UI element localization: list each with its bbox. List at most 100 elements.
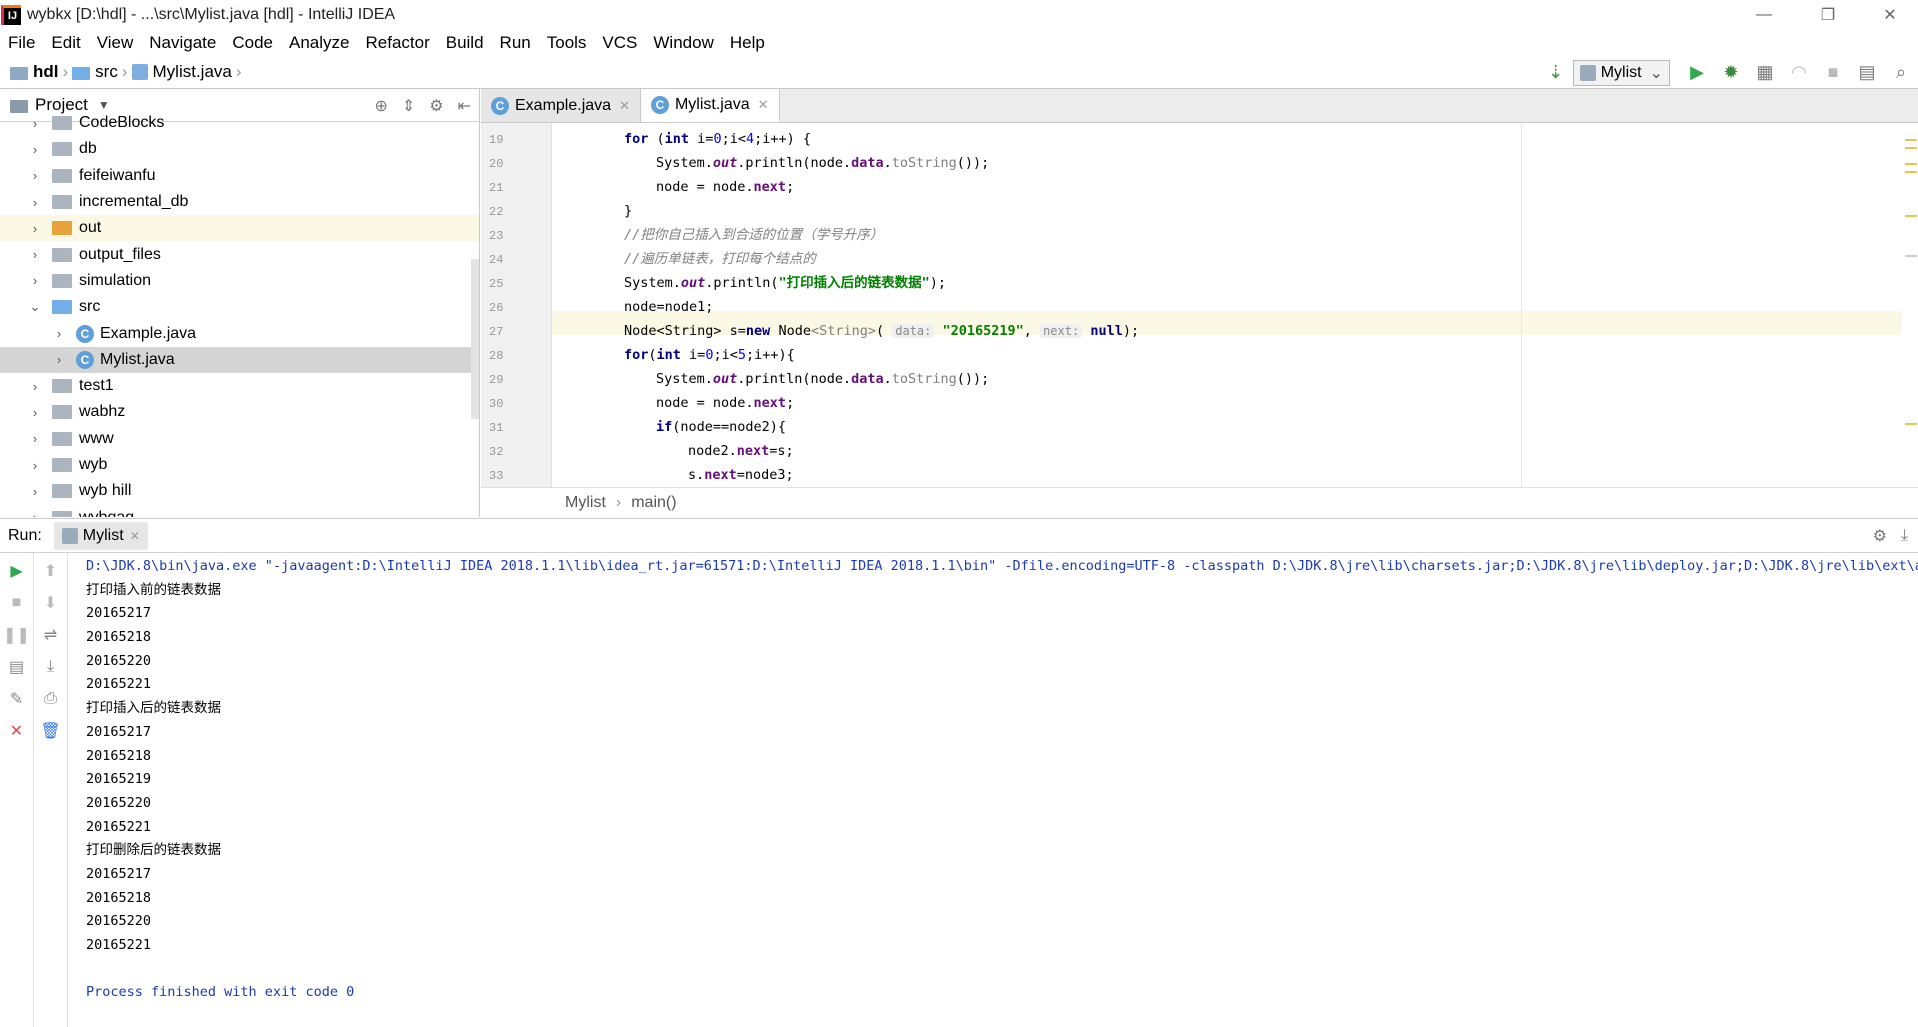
stop-icon[interactable]: ■: [5, 591, 29, 615]
chevron-right-icon[interactable]: ›: [52, 352, 66, 367]
debug-icon[interactable]: ✹: [1714, 56, 1748, 89]
stop-icon[interactable]: ■: [1816, 56, 1850, 89]
chevron-right-icon[interactable]: ›: [52, 326, 66, 341]
chevron-right-icon[interactable]: ›: [28, 431, 42, 446]
layout-icon[interactable]: ▤: [5, 655, 29, 679]
run-config-select[interactable]: Mylist ⌄: [1572, 59, 1670, 86]
code-line-27[interactable]: Node<String> s=new Node<String>( data: "…: [552, 319, 1139, 343]
editor-breadcrumb-method[interactable]: main(): [631, 494, 676, 512]
breadcrumb-src[interactable]: src: [95, 62, 118, 82]
profile-icon[interactable]: ◠: [1782, 56, 1816, 89]
code-line-26[interactable]: node=node1;: [552, 295, 713, 319]
menu-help[interactable]: Help: [722, 33, 773, 53]
menu-build[interactable]: Build: [438, 33, 492, 53]
menu-vcs[interactable]: VCS: [594, 33, 645, 53]
warning-mark[interactable]: [1905, 171, 1917, 173]
menu-run[interactable]: Run: [492, 33, 539, 53]
code-line-28[interactable]: for(int i=0;i<5;i++){: [552, 343, 795, 367]
chevron-right-icon[interactable]: ›: [28, 510, 42, 517]
chevron-right-icon[interactable]: ›: [28, 247, 42, 262]
code-line-20[interactable]: System.out.println(node.data.toString())…: [552, 151, 989, 175]
hide-icon[interactable]: ⤓: [1901, 527, 1908, 545]
menu-tools[interactable]: Tools: [539, 33, 595, 53]
tree-item[interactable]: › C Mylist.java: [0, 346, 479, 373]
chevron-right-icon[interactable]: ›: [28, 195, 42, 210]
code-line-22[interactable]: }: [552, 199, 632, 223]
error-stripe[interactable]: [1902, 123, 1918, 487]
menu-file[interactable]: File: [0, 33, 43, 53]
close-tab-icon[interactable]: ✕: [758, 97, 769, 113]
tree-item[interactable]: › test1: [0, 373, 479, 399]
project-structure-icon[interactable]: ▤: [1850, 56, 1884, 89]
code-line-21[interactable]: node = node.next;: [552, 175, 794, 199]
menu-edit[interactable]: Edit: [43, 33, 88, 53]
code-line-25[interactable]: System.out.println("打印插入后的链表数据");: [552, 271, 946, 295]
project-scrollbar[interactable]: [471, 259, 479, 419]
menu-analyze[interactable]: Analyze: [281, 33, 357, 53]
menu-navigate[interactable]: Navigate: [141, 33, 224, 53]
code-line-31[interactable]: if(node==node2){: [552, 415, 786, 439]
close-tab-icon[interactable]: ✕: [619, 98, 630, 114]
console-output[interactable]: D:\JDK.8\bin\java.exe "-javaagent:D:\Int…: [86, 553, 1918, 1026]
tab-example-java[interactable]: C Example.java ✕: [481, 89, 641, 122]
warning-mark[interactable]: [1905, 423, 1917, 425]
menu-window[interactable]: Window: [645, 33, 721, 53]
tree-item[interactable]: › C Example.java: [0, 320, 479, 346]
menu-refactor[interactable]: Refactor: [357, 33, 437, 53]
arrow-up-icon[interactable]: ⬆: [39, 559, 63, 583]
print-icon[interactable]: ⎙: [39, 687, 63, 711]
tree-item[interactable]: › output_files: [0, 241, 479, 267]
search-icon[interactable]: ⌕: [1884, 56, 1918, 89]
arrow-down-icon[interactable]: ⬇: [39, 591, 63, 615]
warning-mark[interactable]: [1905, 163, 1917, 165]
warning-mark[interactable]: [1905, 139, 1917, 141]
close-icon[interactable]: ✕: [5, 719, 29, 743]
scroll-to-end-icon[interactable]: ⤓: [39, 655, 63, 679]
run-tab-mylist[interactable]: Mylist ✕: [53, 521, 148, 550]
chevron-right-icon[interactable]: ›: [28, 273, 42, 288]
minimize-icon[interactable]: —: [1736, 0, 1792, 29]
chevron-right-icon[interactable]: ›: [28, 379, 42, 394]
chevron-right-icon[interactable]: ›: [28, 458, 42, 473]
chevron-right-icon[interactable]: ›: [28, 116, 42, 131]
tab-mylist-java[interactable]: C Mylist.java ✕: [640, 89, 780, 122]
trash-icon[interactable]: 🗑: [39, 719, 63, 743]
code-line-24[interactable]: //遍历单链表，打印每个结点的: [552, 247, 816, 271]
restore-icon[interactable]: ❐: [1800, 0, 1856, 29]
coverage-icon[interactable]: ▦: [1748, 56, 1782, 89]
code-line-32[interactable]: node2.next=s;: [552, 439, 794, 463]
warning-mark[interactable]: [1905, 215, 1917, 217]
tree-item[interactable]: › incremental_db: [0, 189, 479, 215]
breadcrumb-mylist[interactable]: Mylist.java: [153, 62, 232, 82]
tree-item[interactable]: › wabhz: [0, 399, 479, 425]
breadcrumb-hdl[interactable]: hdl: [33, 62, 59, 82]
warning-mark[interactable]: [1905, 147, 1917, 149]
soft-wrap-icon[interactable]: ⇌: [39, 623, 63, 647]
menu-view[interactable]: View: [89, 33, 142, 53]
tree-item[interactable]: › db: [0, 136, 479, 162]
tree-item[interactable]: › simulation: [0, 268, 479, 294]
gear-icon[interactable]: ⚙: [1873, 526, 1887, 546]
chevron-right-icon[interactable]: ›: [28, 405, 42, 420]
chevron-right-icon[interactable]: ›: [28, 484, 42, 499]
chevron-right-icon[interactable]: ›: [28, 142, 42, 157]
build-icon[interactable]: ⇣: [1539, 56, 1573, 89]
code-line-19[interactable]: for (int i=0;i<4;i++) {: [552, 127, 811, 151]
tree-item[interactable]: › wyb hill: [0, 478, 479, 504]
editor-breadcrumb-class[interactable]: Mylist: [565, 494, 606, 512]
tree-item[interactable]: › wybqaq: [0, 504, 479, 517]
rerun-icon[interactable]: ▶: [5, 559, 29, 583]
tree-item[interactable]: › www: [0, 426, 479, 452]
chevron-down-icon[interactable]: ⌄: [28, 299, 42, 315]
run-icon[interactable]: ▶: [1680, 56, 1714, 89]
chevron-right-icon[interactable]: ›: [28, 168, 42, 183]
close-icon[interactable]: ✕: [1862, 0, 1918, 29]
tree-item[interactable]: › CodeBlocks: [0, 110, 479, 136]
tree-item[interactable]: › feifeiwanfu: [0, 163, 479, 189]
tree-item[interactable]: ⌄ src: [0, 294, 479, 320]
chevron-right-icon[interactable]: ›: [28, 221, 42, 236]
code-line-29[interactable]: System.out.println(node.data.toString())…: [552, 367, 989, 391]
code-line-33[interactable]: s.next=node3;: [552, 463, 794, 487]
code-line-23[interactable]: //把你自己插入到合适的位置（学号升序）: [552, 223, 883, 247]
close-tab-icon[interactable]: ✕: [130, 529, 140, 543]
